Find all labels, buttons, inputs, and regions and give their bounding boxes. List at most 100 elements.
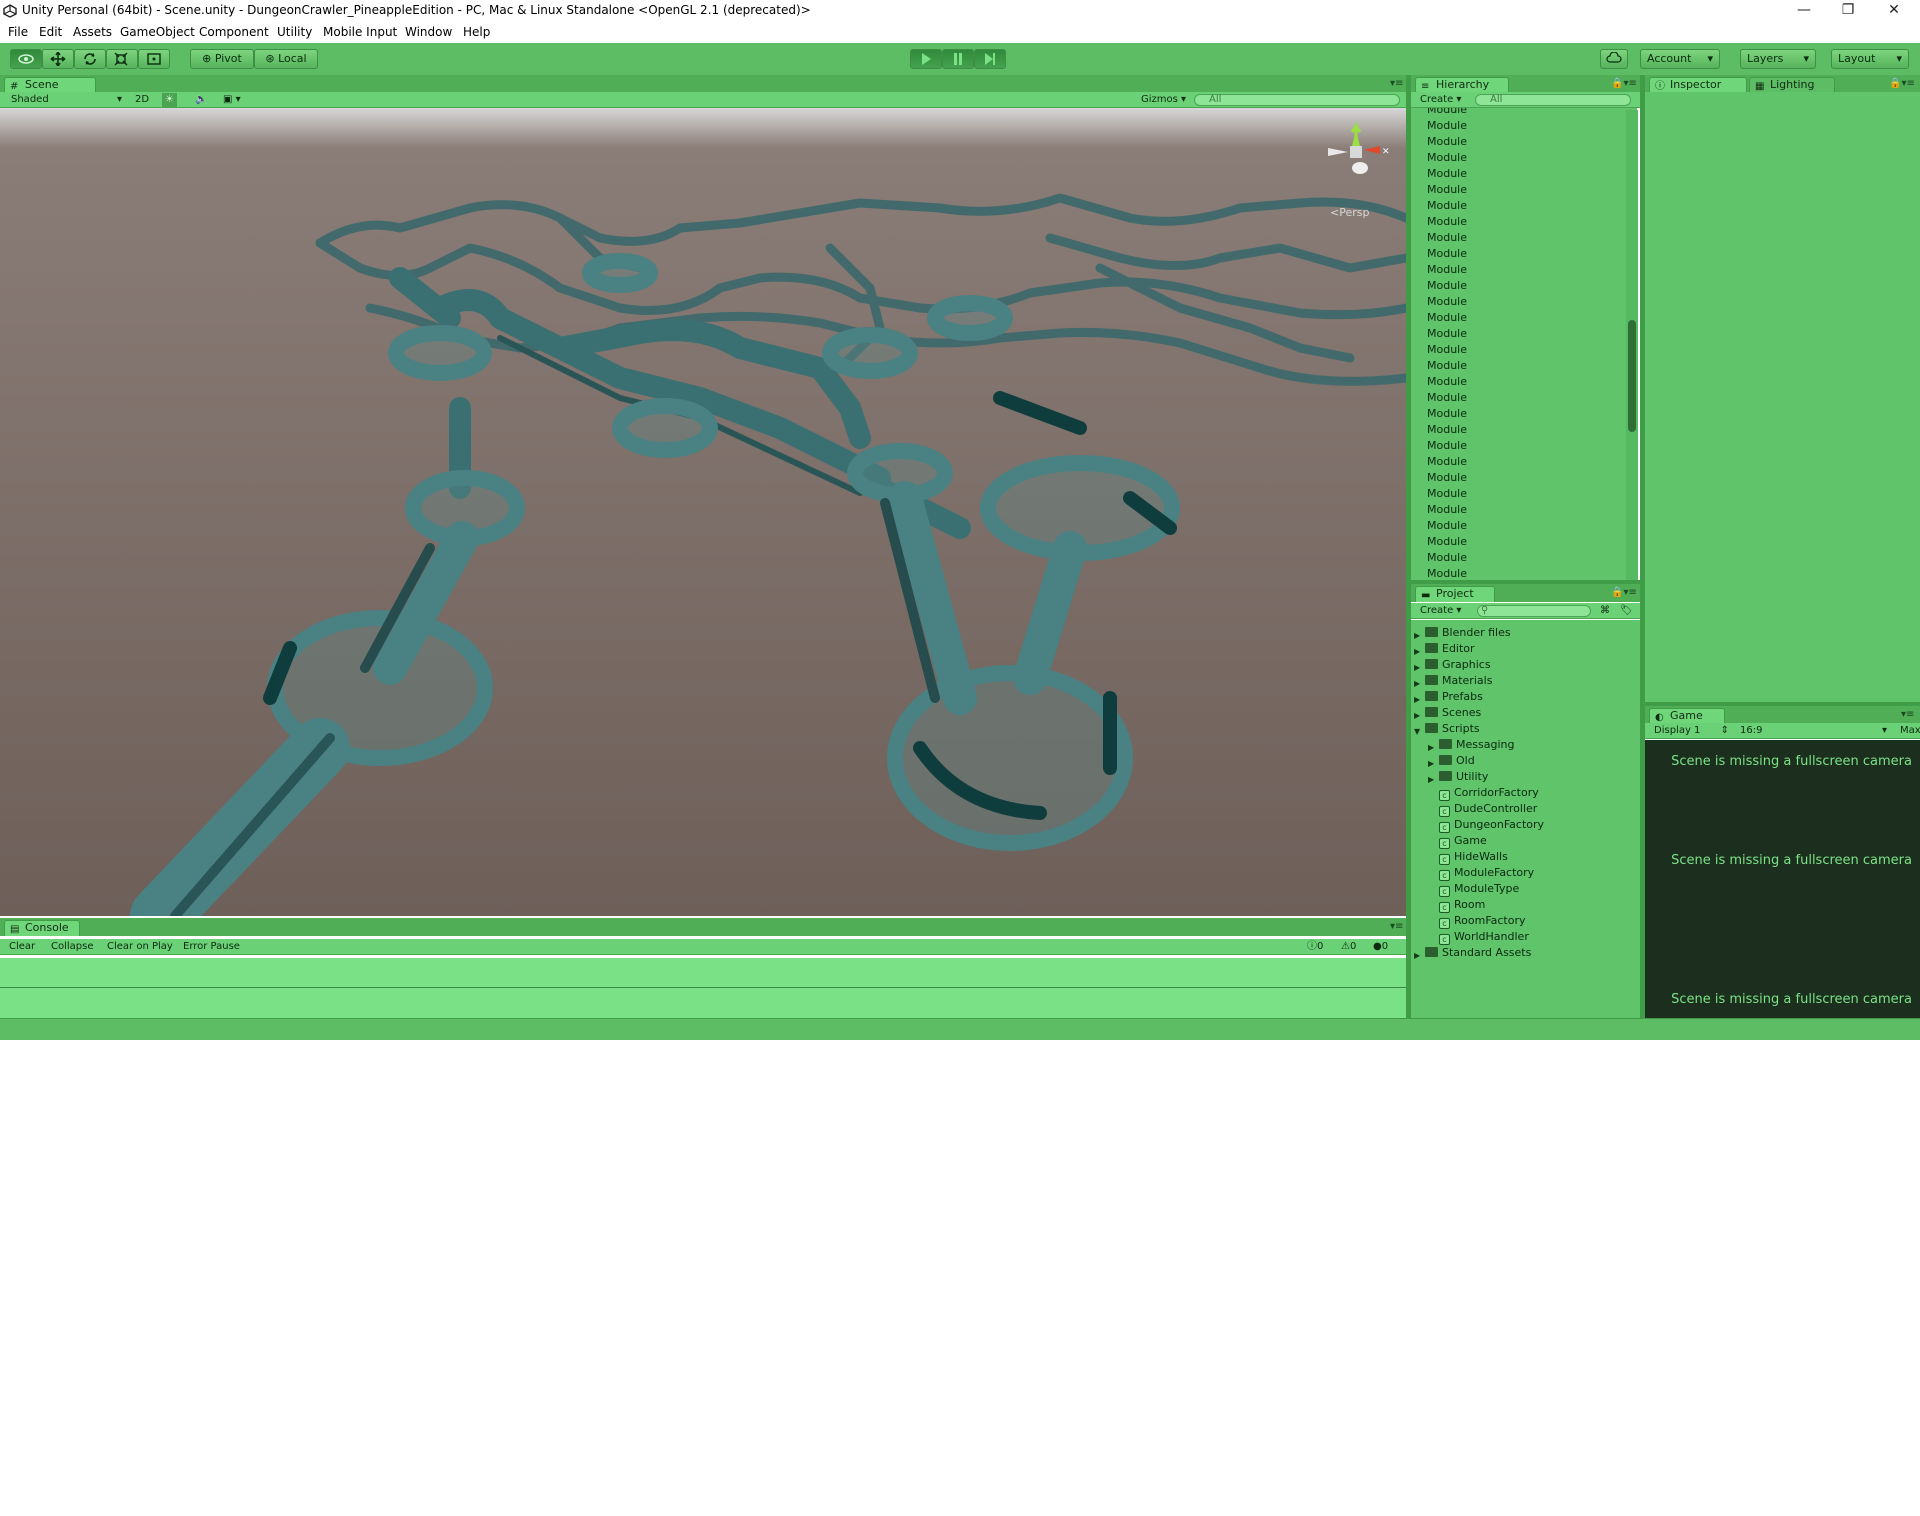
panel-menu-icon[interactable]: ▾≡ [1390,921,1403,932]
list-item[interactable]: Module [1427,374,1467,390]
layout-dropdown[interactable]: Layout ▾ [1831,49,1909,69]
scene-viewport[interactable]: ✕ <Persp [0,108,1406,916]
scale-tool-button[interactable] [106,49,138,69]
tree-item[interactable]: Utility [1439,769,1488,785]
hand-tool-button[interactable] [10,49,42,69]
tab-scene[interactable]: # Scene [4,77,96,93]
list-item[interactable]: Module [1427,390,1467,406]
hierarchy-create-dropdown[interactable]: Create ▾ [1417,93,1464,107]
list-item[interactable]: Module [1427,118,1467,134]
scene-lighting-toggle[interactable]: ☀ [162,93,177,107]
account-dropdown[interactable]: Account ▾ [1640,49,1720,69]
rect-tool-button[interactable] [138,49,170,69]
menu-file[interactable]: File [8,25,28,39]
list-item[interactable]: Module [1427,294,1467,310]
filter-by-label-icon[interactable]: 🏷 [1617,604,1636,618]
list-item[interactable]: Module [1427,134,1467,150]
console-info-filter[interactable]: ⓘ0 [1304,940,1326,954]
expand-arrow-icon[interactable]: ▶ [1414,631,1420,640]
list-item[interactable]: Module [1427,262,1467,278]
script-file-item[interactable]: c ModuleFactory [1439,865,1534,881]
list-item[interactable]: Module [1427,326,1467,342]
console-collapse-button[interactable]: Collapse [48,940,97,954]
tab-hierarchy[interactable]: ≡ Hierarchy [1415,77,1509,93]
console-error-filter[interactable]: ●0 [1370,940,1391,954]
list-item[interactable]: Module [1427,486,1467,502]
list-item[interactable]: Module [1427,550,1467,566]
menu-edit[interactable]: Edit [39,25,62,39]
local-toggle[interactable]: ⊛ Local [254,49,318,69]
scene-audio-toggle[interactable]: 🔈 [192,93,210,107]
lock-icon[interactable]: 🔒▾≡ [1889,78,1915,89]
script-file-item[interactable]: c Room [1439,897,1485,913]
filter-by-type-icon[interactable]: ⌘ [1597,604,1613,618]
rotate-tool-button[interactable] [74,49,106,69]
tree-item[interactable]: Scripts [1425,721,1480,737]
script-file-item[interactable]: c ModuleType [1439,881,1519,897]
pivot-toggle[interactable]: ⊕ Pivot [190,49,254,69]
maximize-on-play-toggle[interactable]: Max [1897,724,1920,738]
script-file-item[interactable]: c HideWalls [1439,849,1508,865]
play-button[interactable] [910,49,942,69]
script-file-item[interactable]: c RoomFactory [1439,913,1526,929]
list-item[interactable]: Module [1427,406,1467,422]
script-file-item[interactable]: c DudeController [1439,801,1537,817]
hierarchy-scroll-thumb[interactable] [1628,320,1636,432]
game-view[interactable]: Scene is missing a fullscreen camera Sce… [1645,740,1920,1018]
menu-assets[interactable]: Assets [73,25,112,39]
tree-item[interactable]: Old [1439,753,1475,769]
tree-item[interactable]: Prefabs [1425,689,1483,705]
move-tool-button[interactable] [42,49,74,69]
list-item[interactable]: Module [1427,502,1467,518]
list-item[interactable]: Module [1427,342,1467,358]
list-item[interactable]: Module [1427,198,1467,214]
panel-menu-icon[interactable]: ▾≡ [1901,709,1914,720]
list-item[interactable]: Module [1427,518,1467,534]
console-clear-on-play-toggle[interactable]: Clear on Play [104,940,176,954]
restore-button[interactable]: ❐ [1826,0,1870,22]
list-item[interactable]: Module [1427,150,1467,166]
expand-arrow-icon[interactable]: ▶ [1428,759,1434,768]
tab-console[interactable]: ▤ Console [4,920,80,936]
close-button[interactable]: ✕ [1872,0,1916,22]
collapse-arrow-icon[interactable]: ▼ [1414,727,1420,736]
list-item[interactable]: Module [1427,422,1467,438]
panel-menu-icon[interactable]: ▾≡ [1390,78,1403,89]
script-file-item[interactable]: c DungeonFactory [1439,817,1544,833]
tab-game[interactable]: ◐ Game [1649,708,1725,724]
expand-arrow-icon[interactable]: ▶ [1414,663,1420,672]
list-item[interactable]: Module [1427,358,1467,374]
collab-cloud-button[interactable] [1600,49,1628,69]
tree-item[interactable]: Standard Assets [1425,945,1531,961]
persp-label[interactable]: <Persp [1330,206,1369,219]
lock-icon[interactable]: 🔒▾≡ [1611,587,1637,598]
menu-component[interactable]: Component [199,25,269,39]
tree-item[interactable]: Editor [1425,641,1475,657]
project-tree[interactable]: ▶ Blender files ▶ Editor ▶ Graphics ▶ Ma… [1411,620,1643,1018]
list-item[interactable]: Module [1427,454,1467,470]
menu-mobile-input[interactable]: Mobile Input [323,25,397,39]
list-item[interactable]: Module [1427,534,1467,550]
expand-arrow-icon[interactable]: ▶ [1414,695,1420,704]
tab-lighting[interactable]: ▦ Lighting [1749,77,1835,93]
list-item[interactable]: Module [1427,566,1467,580]
script-file-item[interactable]: c CorridorFactory [1439,785,1539,801]
hierarchy-list[interactable]: Module Module Module Module Module Modul… [1411,108,1637,580]
hierarchy-search-input[interactable]: All [1475,94,1631,106]
aspect-dropdown[interactable]: 16:9 ▾ [1737,724,1889,738]
list-item[interactable]: Module [1427,108,1467,118]
menu-window[interactable]: Window [405,25,452,39]
orientation-gizmo[interactable]: ✕ [1320,118,1400,198]
shading-mode-dropdown[interactable]: Shaded ▾ [8,93,124,107]
tree-item[interactable]: Scenes [1425,705,1481,721]
lock-icon[interactable]: 🔒▾≡ [1611,78,1637,89]
list-item[interactable]: Module [1427,310,1467,326]
2d-toggle[interactable]: 2D [132,93,152,107]
menu-help[interactable]: Help [463,25,490,39]
console-log-area[interactable] [0,958,1406,1018]
script-file-item[interactable]: c Game [1439,833,1487,849]
list-item[interactable]: Module [1427,230,1467,246]
project-create-dropdown[interactable]: Create ▾ [1417,604,1464,618]
minimize-button[interactable]: — [1782,0,1826,22]
step-button[interactable] [974,49,1006,69]
